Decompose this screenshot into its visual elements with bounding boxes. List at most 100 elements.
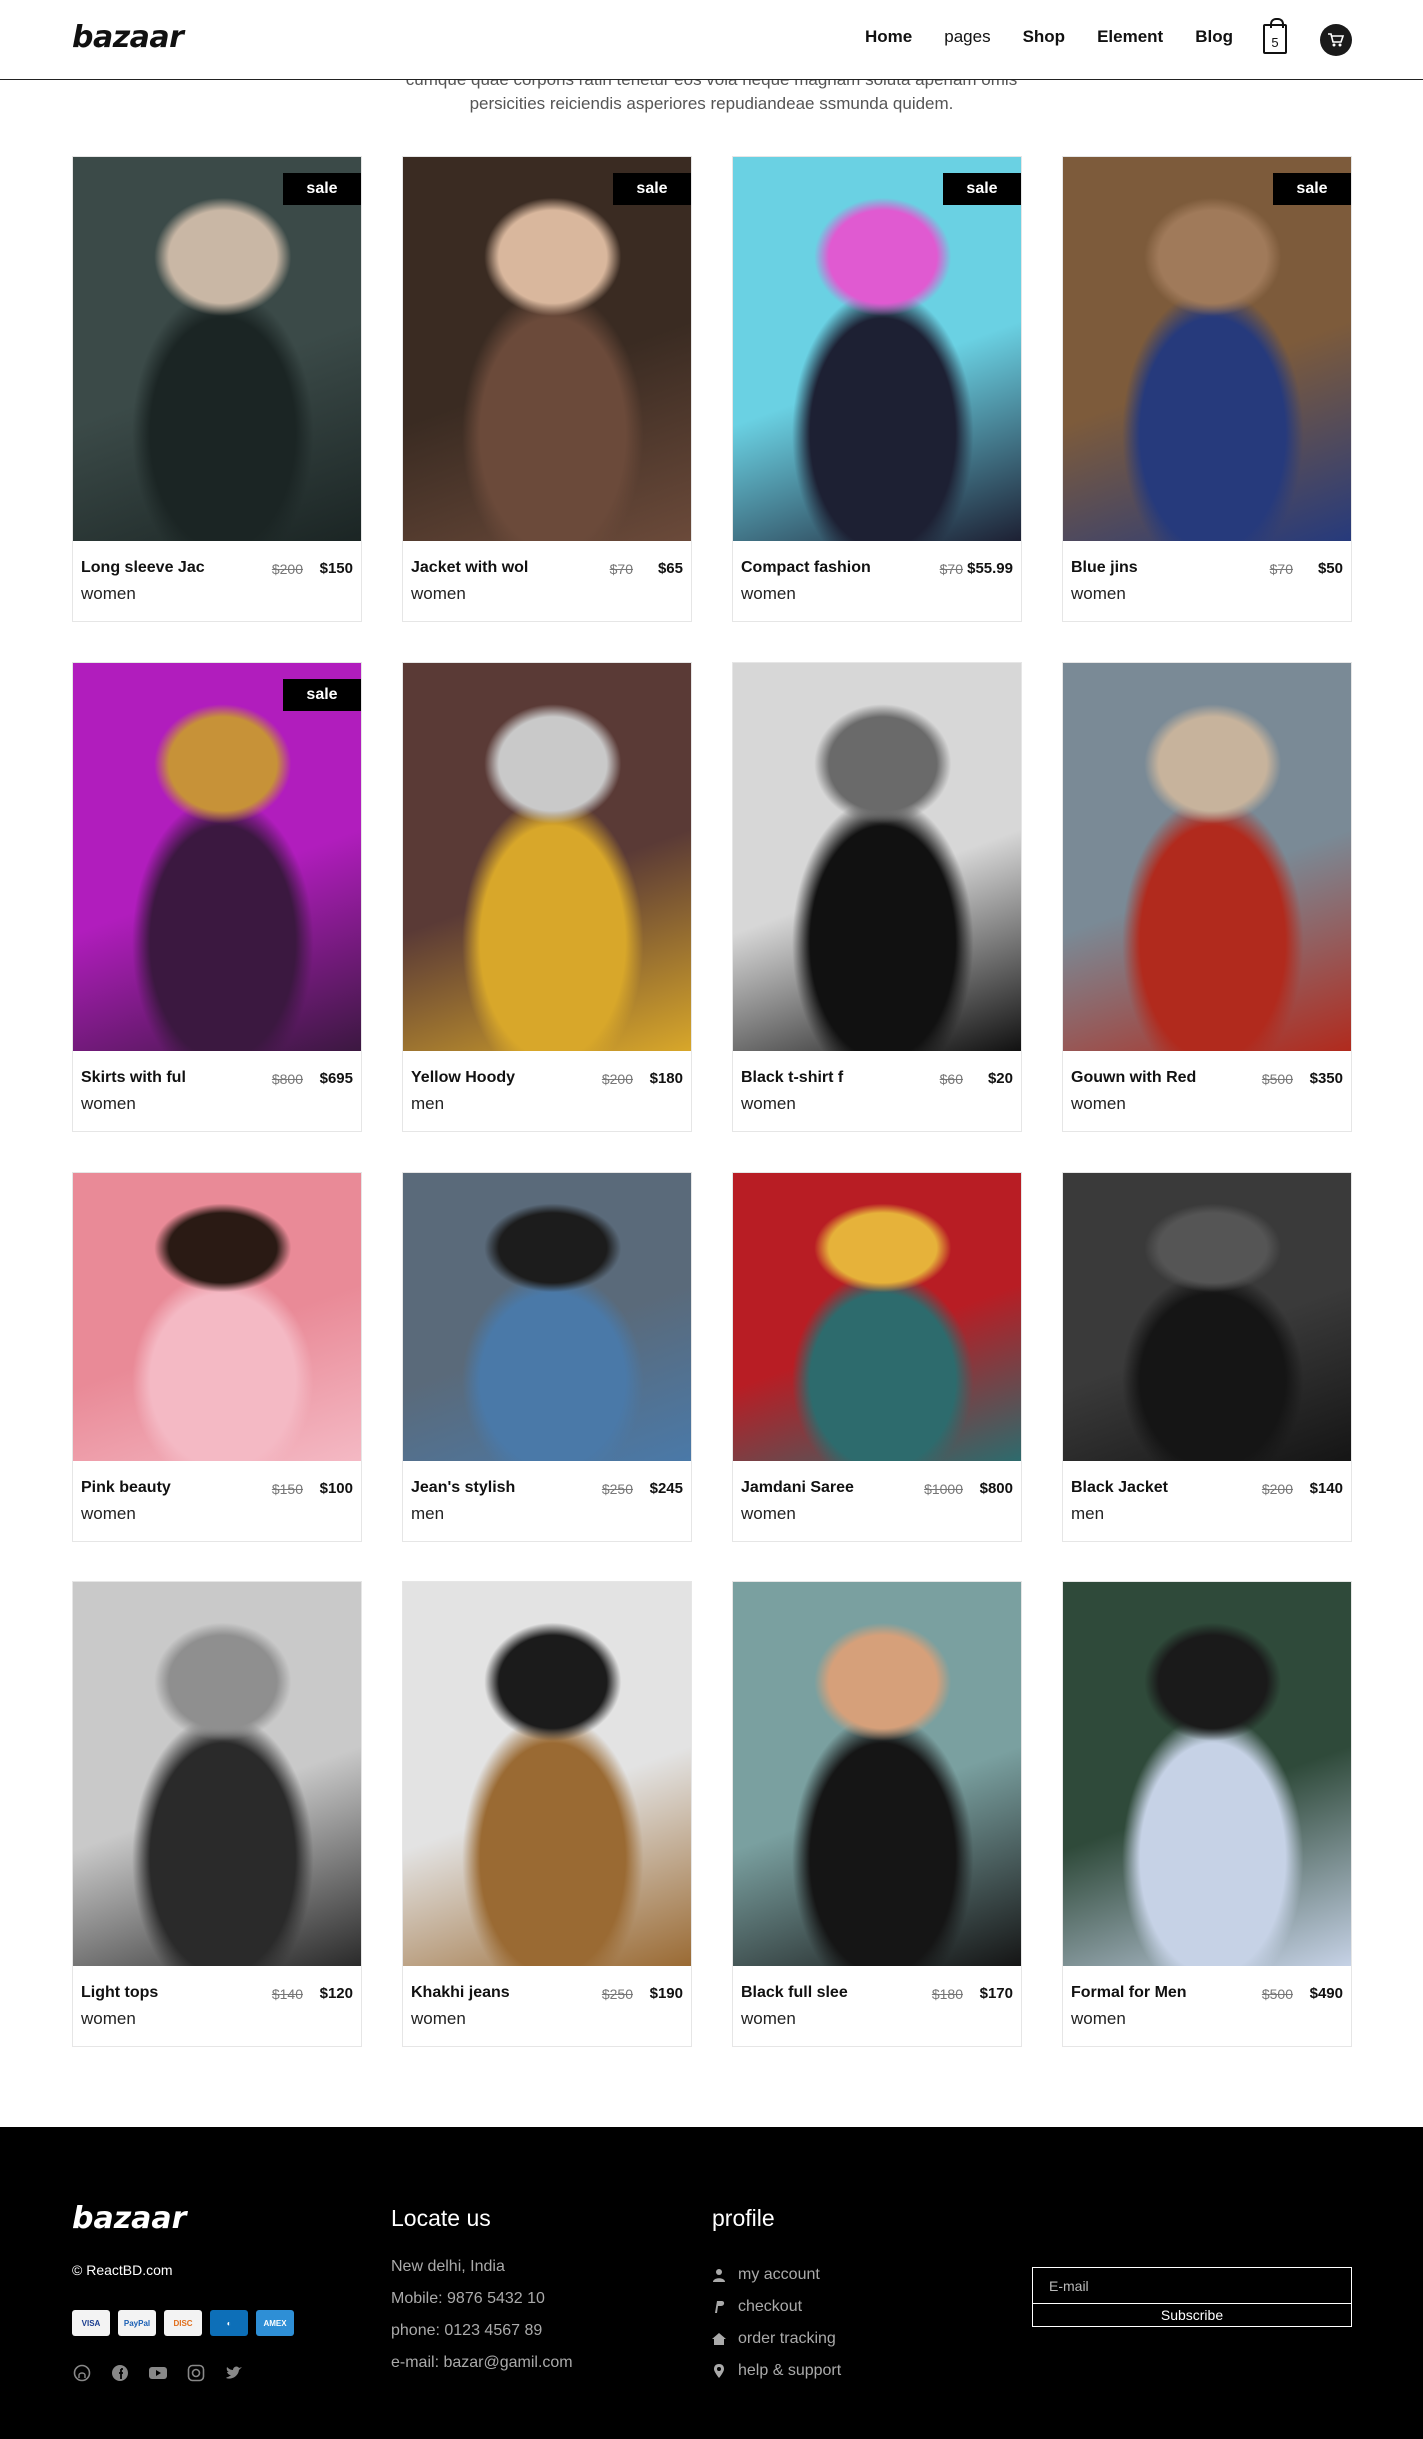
product-image[interactable]	[403, 1173, 691, 1461]
product-name[interactable]: Jean's stylish	[411, 1479, 515, 1497]
product-old-price: $250	[601, 1986, 633, 2002]
paypal-small-icon	[715, 2301, 725, 2313]
product-image[interactable]	[73, 1582, 361, 1966]
product-image[interactable]	[403, 157, 691, 541]
product-info: Black Jacket $200 $140 men	[1063, 1461, 1351, 1541]
sale-badge: sale	[283, 679, 361, 711]
subscribe-button[interactable]: Subscribe	[1033, 2304, 1351, 2326]
nav-blog[interactable]: Blog	[1195, 27, 1233, 47]
profile-item-label: help & support	[738, 2362, 842, 2379]
product-name[interactable]: Jamdani Saree	[741, 1479, 854, 1497]
product-name[interactable]: Long sleeve Jac	[81, 559, 205, 577]
product-card[interactable]: sale Jacket with wol $70 $65 women	[402, 156, 692, 622]
product-info: Formal for Men $500 $490 women	[1063, 1966, 1351, 2046]
amex-icon: AMEX	[256, 2310, 294, 2336]
product-old-price: $800	[271, 1071, 303, 1087]
product-image[interactable]	[403, 1582, 691, 1966]
product-card[interactable]: sale Compact fashion $70 $55.99 women	[732, 156, 1022, 622]
product-price: $100	[319, 1480, 353, 1497]
product-name[interactable]: Compact fashion	[741, 559, 871, 577]
product-old-price: $60	[939, 1071, 963, 1087]
product-info: Black t-shirt f $60 $20 women	[733, 1051, 1021, 1131]
product-image[interactable]	[73, 663, 361, 1051]
product-name[interactable]: Blue jins	[1071, 559, 1138, 577]
product-image[interactable]	[1063, 1173, 1351, 1461]
product-image[interactable]	[733, 157, 1021, 541]
nav-home[interactable]: Home	[865, 27, 912, 47]
product-old-price: $70	[939, 561, 963, 577]
product-name[interactable]: Yellow Hoody	[411, 1069, 515, 1087]
product-card[interactable]: Pink beauty $150 $100 women	[72, 1172, 362, 1542]
profile-item-label: my account	[738, 2266, 820, 2283]
nav-shop[interactable]: Shop	[1023, 27, 1066, 47]
product-price: $350	[1309, 1070, 1343, 1087]
profile-help-support[interactable]: help & support	[712, 2362, 841, 2380]
product-card[interactable]: Jean's stylish $250 $245 men	[402, 1172, 692, 1542]
instagram-icon[interactable]	[186, 2363, 206, 2383]
nav-pages[interactable]: pages	[944, 27, 990, 47]
product-image[interactable]	[403, 663, 691, 1051]
product-category: men	[411, 1094, 445, 1113]
product-name[interactable]: Jacket with wol	[411, 559, 528, 577]
product-card[interactable]: Black full slee $180 $170 women	[732, 1581, 1022, 2047]
product-image[interactable]	[73, 157, 361, 541]
product-price: $55.99	[967, 560, 1013, 577]
product-card[interactable]: sale Long sleeve Jac $200 $150 women	[72, 156, 362, 622]
product-card[interactable]: sale Skirts with ful $800 $695 women	[72, 662, 362, 1132]
visa-icon: VISA	[72, 2310, 110, 2336]
product-image[interactable]	[1063, 663, 1351, 1051]
cart-icon	[1328, 33, 1345, 47]
product-name[interactable]: Khakhi jeans	[411, 1984, 510, 2002]
product-image[interactable]	[1063, 157, 1351, 541]
product-card[interactable]: Black t-shirt f $60 $20 women	[732, 662, 1022, 1132]
shopping-bag-icon[interactable]: 5	[1263, 18, 1287, 54]
product-name[interactable]: Pink beauty	[81, 1479, 171, 1497]
product-name[interactable]: Black Jacket	[1071, 1479, 1168, 1497]
product-info: Compact fashion $70 $55.99 women	[733, 541, 1021, 621]
diners-icon: ◐	[210, 2310, 248, 2336]
product-name[interactable]: Skirts with ful	[81, 1069, 186, 1087]
cart-button[interactable]	[1320, 24, 1352, 56]
product-price: $20	[987, 1070, 1013, 1087]
product-card[interactable]: Gouwn with Red $500 $350 women	[1062, 662, 1352, 1132]
footer-logo[interactable]: bazaar	[72, 2201, 186, 2236]
product-card[interactable]: Jamdani Saree $1000 $800 women	[732, 1172, 1022, 1542]
product-image[interactable]	[733, 1173, 1021, 1461]
product-old-price: $500	[1261, 1986, 1293, 2002]
product-category: women	[1071, 2009, 1126, 2028]
product-name[interactable]: Gouwn with Red	[1071, 1069, 1196, 1087]
product-image[interactable]	[73, 1173, 361, 1461]
product-card[interactable]: Black Jacket $200 $140 men	[1062, 1172, 1352, 1542]
product-card[interactable]: Formal for Men $500 $490 women	[1062, 1581, 1352, 2047]
site-logo[interactable]: bazaar	[72, 20, 184, 55]
product-category: women	[1071, 1094, 1126, 1113]
locate-phone: phone: 0123 4567 89	[391, 2322, 543, 2339]
twitter-icon[interactable]	[224, 2363, 244, 2383]
profile-title: profile	[712, 2205, 775, 2231]
facebook-icon[interactable]	[110, 2363, 130, 2383]
youtube-icon[interactable]	[148, 2363, 168, 2383]
product-category: women	[741, 1094, 796, 1113]
product-image[interactable]	[733, 663, 1021, 1051]
product-price: $170	[979, 1985, 1013, 2002]
email-input[interactable]	[1033, 2268, 1351, 2304]
product-price: $800	[979, 1480, 1013, 1497]
locate-address: New delhi, India	[391, 2258, 505, 2275]
product-name[interactable]: Light tops	[81, 1984, 158, 2002]
product-card[interactable]: sale Blue jins $70 $50 women	[1062, 156, 1352, 622]
copyright-text: © ReactBD.com	[72, 2262, 173, 2278]
github-icon[interactable]	[72, 2363, 92, 2383]
product-name[interactable]: Black t-shirt f	[741, 1069, 843, 1087]
nav-element[interactable]: Element	[1097, 27, 1163, 47]
product-image[interactable]	[733, 1582, 1021, 1966]
profile-checkout[interactable]: checkout	[712, 2298, 802, 2316]
sale-badge: sale	[613, 173, 691, 205]
profile-order-tracking[interactable]: order tracking	[712, 2330, 836, 2348]
product-card[interactable]: Light tops $140 $120 women	[72, 1581, 362, 2047]
product-image[interactable]	[1063, 1582, 1351, 1966]
profile-my-account[interactable]: my account	[712, 2266, 820, 2284]
product-card[interactable]: Yellow Hoody $200 $180 men	[402, 662, 692, 1132]
product-card[interactable]: Khakhi jeans $250 $190 women	[402, 1581, 692, 2047]
product-name[interactable]: Formal for Men	[1071, 1984, 1187, 2002]
product-name[interactable]: Black full slee	[741, 1984, 848, 2002]
